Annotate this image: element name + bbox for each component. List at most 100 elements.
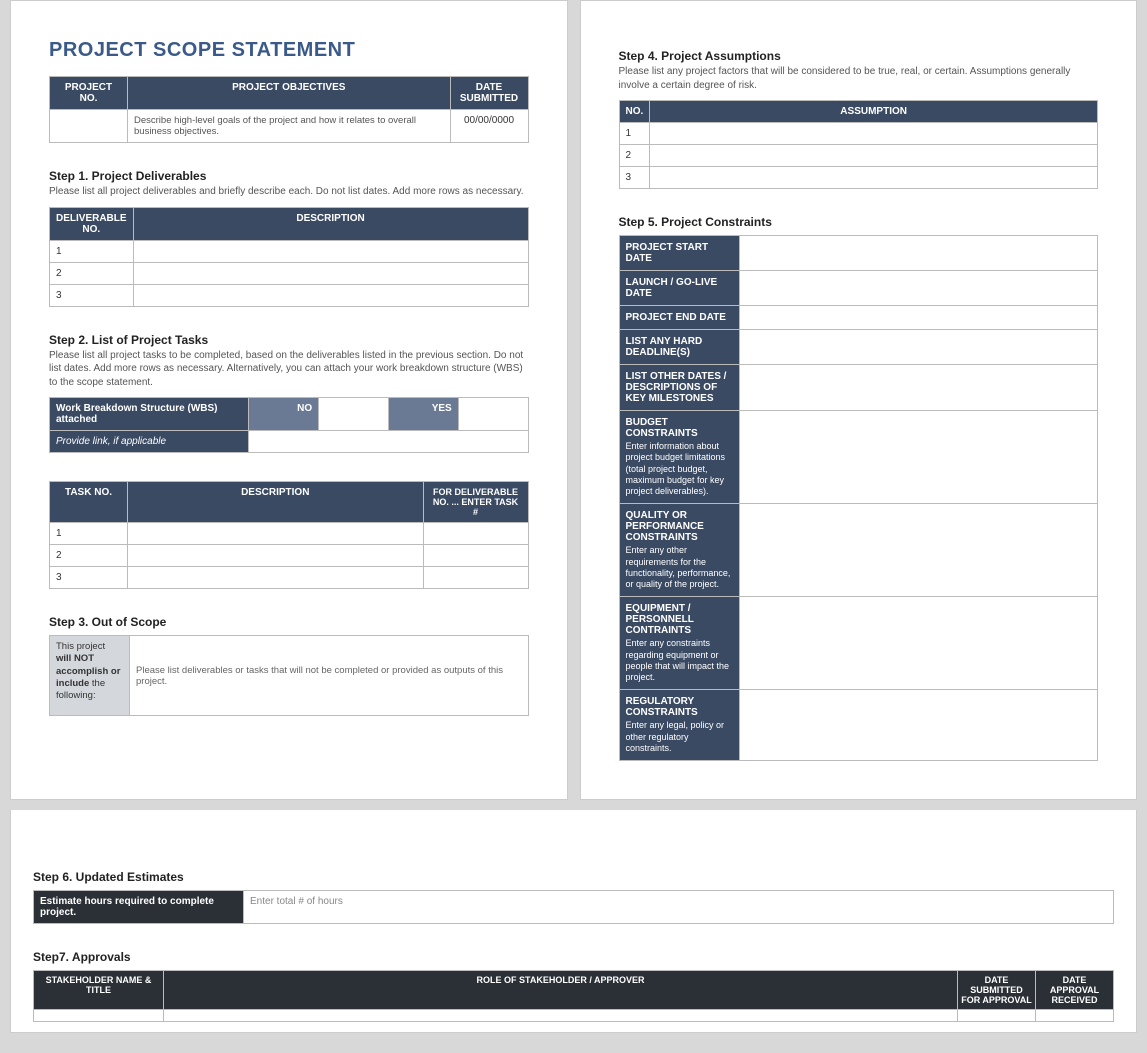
cell-desc[interactable] bbox=[128, 545, 424, 567]
step1-heading: Step 1. Project Deliverables bbox=[49, 169, 529, 183]
estimate-input[interactable]: Enter total # of hours bbox=[244, 891, 1114, 924]
cell-no[interactable]: 3 bbox=[50, 284, 134, 306]
constraint-label-text: QUALITY OR PERFORMANCE CONSTRAINTS bbox=[626, 510, 704, 543]
constraint-value[interactable] bbox=[739, 597, 1098, 690]
constraint-label: QUALITY OR PERFORMANCE CONSTRAINTSEnter … bbox=[619, 504, 739, 597]
cell-val[interactable] bbox=[650, 123, 1098, 145]
col-date-submitted: DATE SUBMITTED bbox=[450, 77, 528, 110]
col-assumption-no: NO. bbox=[619, 101, 650, 123]
wbs-label: Work Breakdown Structure (WBS) attached bbox=[50, 398, 249, 431]
estimate-placeholder: Enter total # of hours bbox=[250, 896, 343, 907]
col-date-submitted: DATE SUBMITTED FOR APPROVAL bbox=[958, 971, 1036, 1010]
constraint-sub: Enter any other requirements for the fun… bbox=[626, 545, 733, 590]
constraint-value[interactable] bbox=[739, 365, 1098, 411]
constraint-label-text: BUDGET CONSTRAINTS bbox=[626, 417, 698, 439]
estimates-table: Estimate hours required to complete proj… bbox=[33, 890, 1114, 924]
wbs-no-label: NO bbox=[249, 398, 319, 431]
step6-heading: Step 6. Updated Estimates bbox=[33, 870, 1114, 884]
cell-no[interactable]: 1 bbox=[50, 240, 134, 262]
col-deliverable-no: DELIVERABLE NO. bbox=[50, 207, 134, 240]
col-stakeholder-role: ROLE OF STAKEHOLDER / APPROVER bbox=[164, 971, 958, 1010]
col-date-received: DATE APPROVAL RECEIVED bbox=[1036, 971, 1114, 1010]
cell-desc[interactable] bbox=[128, 523, 424, 545]
constraint-value[interactable] bbox=[739, 504, 1098, 597]
table-row: 3 bbox=[50, 284, 529, 306]
table-row bbox=[34, 1010, 1114, 1022]
cell-no[interactable]: 3 bbox=[50, 567, 128, 589]
step3-heading: Step 3. Out of Scope bbox=[49, 615, 529, 629]
cell-name[interactable] bbox=[34, 1010, 164, 1022]
cell-desc[interactable] bbox=[133, 262, 528, 284]
wbs-no-cell[interactable] bbox=[319, 398, 389, 431]
col-task-no: TASK NO. bbox=[50, 482, 128, 523]
constraint-sub: Enter any legal, policy or other regulat… bbox=[626, 720, 733, 754]
table-row: Describe high-level goals of the project… bbox=[50, 110, 529, 143]
cell-role[interactable] bbox=[164, 1010, 958, 1022]
constraint-value[interactable] bbox=[739, 411, 1098, 504]
cell-no[interactable]: 1 bbox=[50, 523, 128, 545]
cell-desc[interactable] bbox=[128, 567, 424, 589]
step1-desc: Please list all project deliverables and… bbox=[49, 185, 529, 199]
col-for-deliverable: FOR DELIVERABLE NO. ... ENTER TASK # bbox=[423, 482, 528, 523]
col-description: DESCRIPTION bbox=[133, 207, 528, 240]
out-of-scope-label: This project will NOT accomplish or incl… bbox=[50, 636, 130, 716]
constraint-value[interactable] bbox=[739, 306, 1098, 330]
approvals-table: STAKEHOLDER NAME & TITLE ROLE OF STAKEHO… bbox=[33, 970, 1114, 1022]
col-stakeholder-name: STAKEHOLDER NAME & TITLE bbox=[34, 971, 164, 1010]
cell-no[interactable]: 2 bbox=[50, 262, 134, 284]
cell-for[interactable] bbox=[423, 567, 528, 589]
wbs-link-label: Provide link, if applicable bbox=[50, 431, 249, 453]
constraint-label: EQUIPMENT / PERSONNELL CONTRAINTSEnter a… bbox=[619, 597, 739, 690]
cell-date[interactable]: 00/00/0000 bbox=[450, 110, 528, 143]
col-task-desc: DESCRIPTION bbox=[128, 482, 424, 523]
cell-date-rec[interactable] bbox=[1036, 1010, 1114, 1022]
estimate-label: Estimate hours required to complete proj… bbox=[34, 891, 244, 924]
constraint-value[interactable] bbox=[739, 271, 1098, 306]
constraint-label-text: LIST OTHER DATES / DESCRIPTIONS OF KEY M… bbox=[626, 371, 727, 404]
step4-desc: Please list any project factors that wil… bbox=[619, 65, 1099, 92]
out-of-scope-desc[interactable]: Please list deliverables or tasks that w… bbox=[130, 636, 529, 716]
tasks-table: TASK NO. DESCRIPTION FOR DELIVERABLE NO.… bbox=[49, 481, 529, 589]
constraint-value[interactable] bbox=[739, 330, 1098, 365]
cell-no[interactable]: 2 bbox=[619, 145, 650, 167]
constraint-label: LIST OTHER DATES / DESCRIPTIONS OF KEY M… bbox=[619, 365, 739, 411]
cell-for[interactable] bbox=[423, 523, 528, 545]
cell-no[interactable]: 3 bbox=[619, 167, 650, 189]
cell-val[interactable] bbox=[650, 167, 1098, 189]
constraint-label-text: EQUIPMENT / PERSONNELL CONTRAINTS bbox=[626, 603, 694, 636]
assumptions-table: NO. ASSUMPTION 1 2 3 bbox=[619, 100, 1099, 189]
step5-heading: Step 5. Project Constraints bbox=[619, 215, 1099, 229]
constraint-label: PROJECT START DATE bbox=[619, 236, 739, 271]
page-2: Step 4. Project Assumptions Please list … bbox=[580, 0, 1138, 800]
table-row: 3 bbox=[50, 567, 529, 589]
constraint-label: BUDGET CONSTRAINTSEnter information abou… bbox=[619, 411, 739, 504]
cell-desc[interactable] bbox=[133, 284, 528, 306]
cell-objectives[interactable]: Describe high-level goals of the project… bbox=[128, 110, 451, 143]
table-row: 1 bbox=[50, 523, 529, 545]
table-row: 1 bbox=[619, 123, 1098, 145]
cell-desc[interactable] bbox=[133, 240, 528, 262]
step2-desc: Please list all project tasks to be comp… bbox=[49, 349, 529, 390]
deliverables-table: DELIVERABLE NO. DESCRIPTION 1 2 3 bbox=[49, 207, 529, 307]
cell-project-no[interactable] bbox=[50, 110, 128, 143]
constraint-value[interactable] bbox=[739, 690, 1098, 761]
constraint-sub: Enter any constraints regarding equipmen… bbox=[626, 638, 733, 683]
cell-val[interactable] bbox=[650, 145, 1098, 167]
table-row: 2 bbox=[619, 145, 1098, 167]
document-title: PROJECT SCOPE STATEMENT bbox=[49, 39, 529, 62]
cell-date-sub[interactable] bbox=[958, 1010, 1036, 1022]
table-row: 2 bbox=[50, 262, 529, 284]
wbs-yes-cell[interactable] bbox=[458, 398, 528, 431]
wbs-yes-label: YES bbox=[388, 398, 458, 431]
wbs-link-cell[interactable] bbox=[249, 431, 528, 453]
constraint-label: PROJECT END DATE bbox=[619, 306, 739, 330]
step2-heading: Step 2. List of Project Tasks bbox=[49, 333, 529, 347]
step4-heading: Step 4. Project Assumptions bbox=[619, 49, 1099, 63]
cell-no[interactable]: 1 bbox=[619, 123, 650, 145]
table-row: 3 bbox=[619, 167, 1098, 189]
table-row: 2 bbox=[50, 545, 529, 567]
cell-no[interactable]: 2 bbox=[50, 545, 128, 567]
constraint-value[interactable] bbox=[739, 236, 1098, 271]
col-project-objectives: PROJECT OBJECTIVES bbox=[128, 77, 451, 110]
cell-for[interactable] bbox=[423, 545, 528, 567]
